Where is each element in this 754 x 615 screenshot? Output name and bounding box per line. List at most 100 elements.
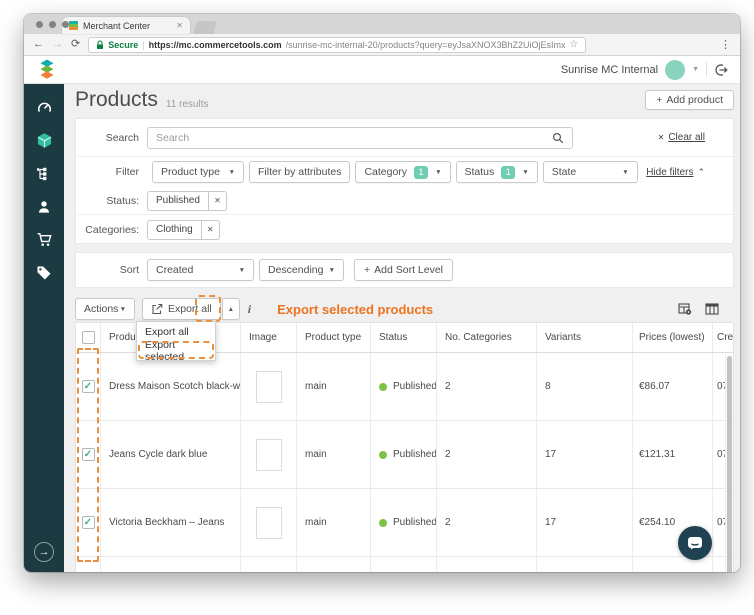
cell-product-type: main bbox=[297, 353, 371, 420]
remove-category-chip-icon[interactable]: ✕ bbox=[200, 220, 219, 239]
table-scrollbar[interactable] bbox=[725, 354, 732, 572]
header-divider bbox=[706, 62, 707, 77]
cell-product-type: main bbox=[297, 489, 371, 556]
export-menu-toggle-button[interactable]: ▲ bbox=[221, 298, 240, 320]
header-prices-lowest[interactable]: Prices (lowest) bbox=[633, 323, 713, 352]
category-filter[interactable]: Category 1 ▼ bbox=[355, 161, 451, 183]
hide-filters-link[interactable]: Hide filters ⌃ bbox=[646, 167, 705, 178]
sort-label: Sort bbox=[119, 264, 139, 276]
logout-icon[interactable] bbox=[714, 63, 728, 77]
tab-close-icon[interactable]: ✕ bbox=[176, 21, 183, 30]
expand-arrow-icon: → bbox=[38, 546, 50, 558]
state-filter[interactable]: State ▼ bbox=[542, 161, 638, 183]
status-filter[interactable]: Status 1 ▼ bbox=[455, 161, 538, 183]
filter-by-attributes-button[interactable]: Filter by attributes bbox=[249, 161, 351, 183]
applied-status-label: Status: bbox=[106, 194, 139, 207]
sidebar-item-discounts[interactable] bbox=[24, 256, 64, 289]
search-box bbox=[147, 126, 573, 149]
categories-tree-icon bbox=[37, 167, 47, 180]
column-settings-icon[interactable] bbox=[678, 302, 692, 316]
bookmark-star-icon[interactable]: ☆ bbox=[569, 39, 578, 50]
sidebar-item-products[interactable] bbox=[24, 124, 64, 157]
caret-down-icon: ▼ bbox=[328, 266, 335, 274]
url-path: /sunrise-mc-internal-20/products?query=e… bbox=[285, 39, 566, 50]
grid-view-icon[interactable] bbox=[705, 302, 719, 316]
browser-menu-icon[interactable]: ⋮ bbox=[720, 38, 731, 51]
caret-up-icon: ▲ bbox=[227, 305, 234, 313]
header-created[interactable]: Created bbox=[713, 323, 733, 352]
sidebar-expand-button[interactable]: → bbox=[34, 542, 54, 562]
orders-cart-icon bbox=[37, 232, 52, 246]
cell-variants: 17 bbox=[537, 421, 633, 488]
back-icon[interactable]: ← bbox=[33, 39, 44, 50]
page-title-row: Products 11 results + Add product bbox=[75, 86, 734, 114]
user-avatar[interactable] bbox=[665, 59, 686, 80]
app-body: → Products 11 results + Add product Sear… bbox=[24, 84, 740, 572]
search-icon[interactable] bbox=[552, 132, 564, 144]
table-row[interactable]: ✓ Dress Maison Scotch black-white main P… bbox=[76, 353, 733, 421]
user-menu-caret-icon[interactable]: ▼ bbox=[692, 66, 699, 73]
cell-variants: 17 bbox=[537, 489, 633, 556]
table-view-icons bbox=[678, 302, 734, 316]
sidebar-item-orders[interactable] bbox=[24, 223, 64, 256]
header-no-categories[interactable]: No. Categories bbox=[437, 323, 537, 352]
status-chip: Published ✕ bbox=[147, 190, 227, 211]
new-tab-button[interactable] bbox=[193, 21, 217, 34]
caret-down-icon: ▼ bbox=[238, 266, 245, 274]
sidebar-item-dashboard[interactable] bbox=[24, 91, 64, 124]
select-all-checkbox[interactable] bbox=[76, 323, 101, 352]
header-variants[interactable]: Variants bbox=[537, 323, 633, 352]
product-type-filter[interactable]: Product type ▼ bbox=[152, 161, 244, 183]
category-count-badge: 1 bbox=[414, 165, 429, 179]
export-dropdown-menu: Export all Export selected bbox=[136, 321, 216, 363]
address-input[interactable]: Secure | https://mc.commercetools.com /s… bbox=[88, 36, 587, 53]
export-all-button[interactable]: Export all bbox=[142, 298, 221, 320]
sidebar-item-customers[interactable] bbox=[24, 190, 64, 223]
cell-no-categories: 2 bbox=[437, 489, 537, 556]
sidebar-item-categories[interactable] bbox=[24, 157, 64, 190]
customers-person-icon bbox=[39, 200, 49, 213]
table-row[interactable]: ✓ Jeans Cycle dark blue main Published 2… bbox=[76, 421, 733, 489]
cell-product-type: main bbox=[297, 421, 371, 488]
status-dot-icon bbox=[379, 450, 387, 459]
annotation-text: Export selected products bbox=[277, 301, 434, 317]
cell-product-name: Victoria Beckham – Jeans bbox=[101, 489, 241, 556]
remove-status-chip-icon[interactable]: ✕ bbox=[207, 191, 226, 210]
filter-label: Filter bbox=[115, 166, 139, 178]
zoom-window-button[interactable] bbox=[62, 21, 69, 28]
main-content: Products 11 results + Add product Search bbox=[64, 84, 740, 572]
add-sort-level-button[interactable]: + Add Sort Level bbox=[354, 259, 454, 281]
add-product-button[interactable]: + Add product bbox=[645, 90, 734, 110]
row-checkbox[interactable]: ✓ bbox=[76, 489, 101, 556]
forward-icon[interactable]: → bbox=[52, 39, 63, 50]
reload-icon[interactable]: ⟳ bbox=[71, 39, 80, 50]
header-product-type[interactable]: Product type bbox=[297, 323, 371, 352]
menu-item-export-selected[interactable]: Export selected bbox=[137, 339, 215, 363]
actions-dropdown-button[interactable]: Actions ▼ bbox=[75, 298, 135, 320]
sort-field-select[interactable]: Created ▼ bbox=[147, 259, 254, 281]
export-icon bbox=[152, 303, 163, 315]
row-checkbox[interactable]: ✓ bbox=[76, 353, 101, 420]
chat-widget-button[interactable] bbox=[678, 526, 712, 560]
cell-image bbox=[241, 421, 297, 488]
header-image[interactable]: Image bbox=[241, 323, 297, 352]
minimize-window-button[interactable] bbox=[49, 21, 56, 28]
close-window-button[interactable] bbox=[36, 21, 43, 28]
search-input[interactable] bbox=[148, 131, 552, 144]
table-row[interactable]: ✓ Victoria Beckham – Jeans main Publishe… bbox=[76, 489, 733, 557]
secure-label: Secure bbox=[108, 39, 139, 50]
clear-all-link[interactable]: ✕ Clear all bbox=[658, 132, 705, 143]
sort-direction-select[interactable]: Descending ▼ bbox=[259, 259, 344, 281]
row-checkbox[interactable]: ✓ bbox=[76, 421, 101, 488]
dashboard-icon bbox=[37, 102, 51, 112]
checkbox-check-icon: ✓ bbox=[81, 516, 95, 529]
info-icon[interactable]: i bbox=[248, 302, 251, 317]
header-status[interactable]: Status bbox=[371, 323, 437, 352]
scrollbar-thumb[interactable] bbox=[727, 356, 732, 572]
browser-tab[interactable]: Merchant Center ✕ bbox=[62, 17, 190, 34]
plus-icon: + bbox=[364, 264, 371, 276]
plus-icon: + bbox=[656, 94, 663, 106]
caret-down-icon: ▼ bbox=[119, 305, 126, 313]
page-title: Products bbox=[75, 88, 158, 111]
image-placeholder bbox=[255, 370, 282, 403]
